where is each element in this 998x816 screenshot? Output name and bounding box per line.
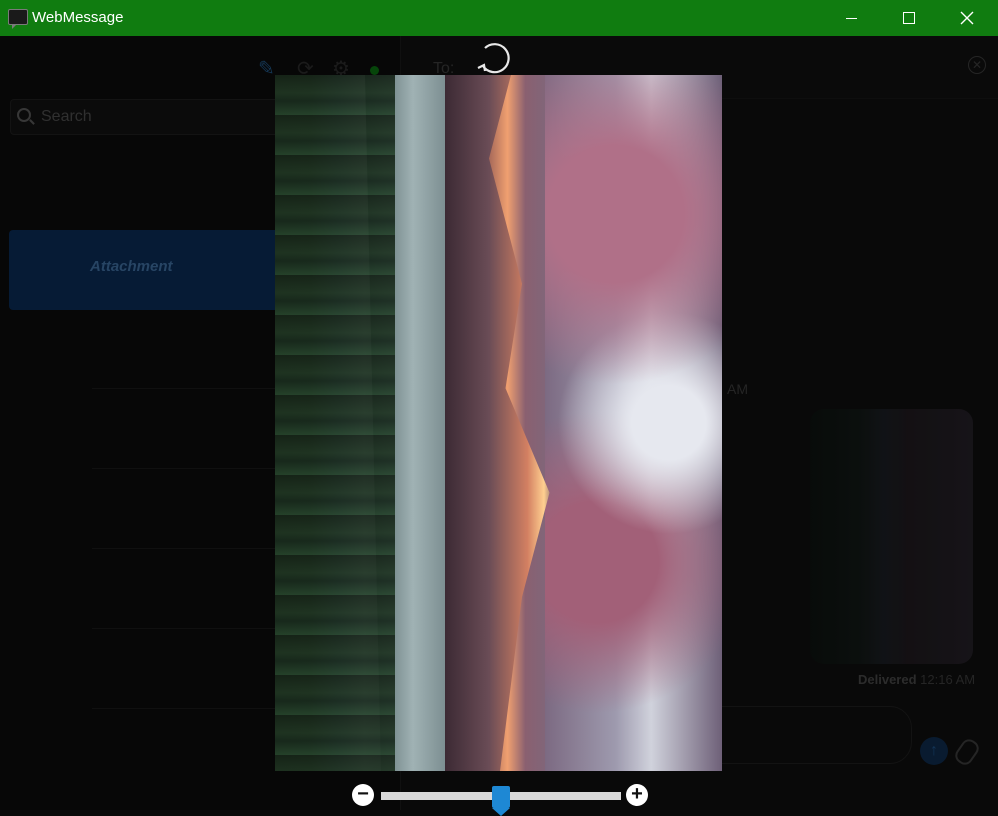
zoom-out-icon[interactable]: −	[352, 784, 374, 806]
minimize-button[interactable]	[822, 0, 880, 36]
zoom-control: − +	[352, 781, 650, 816]
image-trees	[275, 75, 395, 771]
close-button[interactable]	[938, 0, 996, 36]
zoom-slider-handle[interactable]	[492, 786, 510, 816]
rotate-icon	[477, 43, 510, 74]
image-mountains	[445, 75, 550, 771]
image-sky	[545, 75, 722, 771]
zoom-slider[interactable]	[381, 786, 621, 816]
minimize-icon	[845, 17, 857, 19]
zoom-in-icon[interactable]: +	[626, 784, 648, 806]
rotate-button[interactable]	[471, 38, 511, 74]
app-icon	[8, 9, 28, 29]
viewer-image[interactable]	[275, 75, 722, 771]
title-bar: WebMessage	[0, 0, 998, 36]
window-title: WebMessage	[32, 9, 124, 26]
close-icon	[960, 11, 974, 25]
maximize-button[interactable]	[880, 0, 938, 36]
maximize-icon	[903, 12, 915, 24]
